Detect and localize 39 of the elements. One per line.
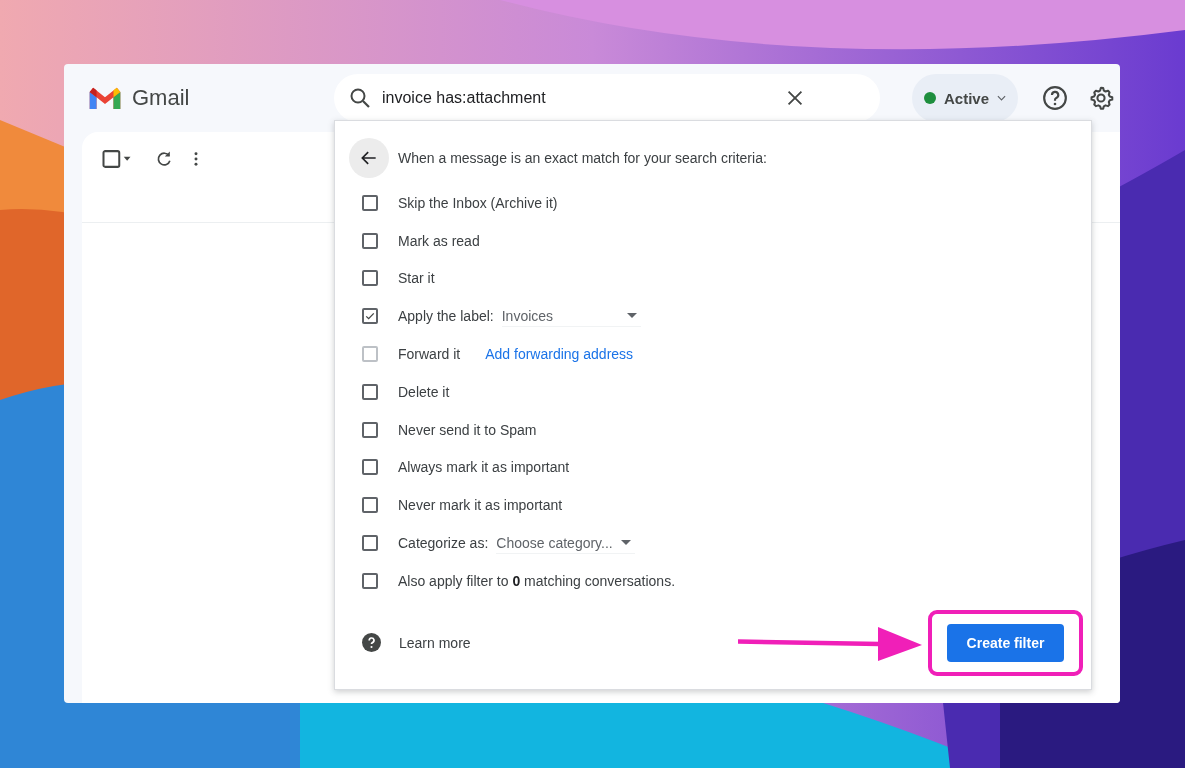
checkbox[interactable] [362, 535, 378, 552]
option-label: Skip the Inbox (Archive it) [398, 194, 558, 211]
checkbox[interactable] [362, 572, 378, 589]
option-label: Mark as read [398, 232, 480, 249]
option-label: Never mark it as important [398, 497, 563, 514]
search-query: invoice has:attachment [382, 89, 547, 107]
checkbox[interactable] [362, 383, 378, 400]
option-label: Delete it [398, 383, 450, 400]
option-label: Never send it to Spam [398, 421, 537, 438]
more-icon[interactable] [194, 152, 198, 166]
app-name: Gmail [132, 85, 190, 111]
option-label: Categorize as: [398, 535, 489, 552]
search-icon [348, 86, 372, 110]
dropdown[interactable]: Choose category... [496, 532, 635, 554]
dropdown[interactable]: Invoices [501, 305, 641, 327]
caret-icon [620, 540, 631, 546]
option-label: Apply the label: [398, 308, 494, 325]
checkbox[interactable] [362, 421, 378, 438]
option-label: Star it [398, 270, 435, 287]
chevron-icon [997, 95, 1006, 101]
checkbox[interactable] [362, 232, 378, 249]
gmail-logo-icon [88, 85, 122, 111]
checkbox[interactable] [362, 308, 378, 325]
filter-heading: When a message is an exact match for your search criteria: [398, 150, 767, 166]
checkbox[interactable] [362, 459, 378, 476]
help-icon[interactable] [1042, 85, 1068, 111]
learn-more-link[interactable]: Learn more [399, 634, 471, 651]
option-label: Forward it [398, 346, 461, 363]
checkbox[interactable] [362, 270, 378, 287]
search-field[interactable]: invoice has:attachment [334, 74, 880, 122]
settings-icon[interactable] [1088, 85, 1114, 111]
checkbox[interactable] [362, 497, 378, 514]
caret-icon [626, 313, 637, 319]
status-button[interactable]: Active [912, 74, 1018, 122]
create-filter-button[interactable]: Create filter [947, 623, 1064, 662]
option-label: Also apply filter to 0 matching conversations. [398, 572, 676, 589]
option-label: Always mark it as important [398, 459, 570, 476]
checkbox[interactable] [362, 194, 378, 211]
help-icon [362, 633, 381, 653]
